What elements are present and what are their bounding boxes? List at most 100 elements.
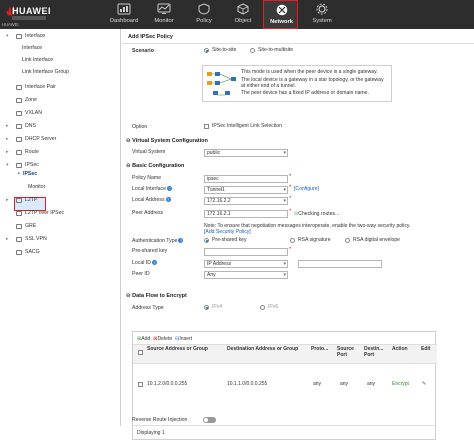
local-address-select[interactable]: 172.16.2.2 bbox=[204, 197, 288, 205]
main-panel: Add IPSec Policy Scenario Site-to-site S… bbox=[122, 29, 474, 440]
policy-name-input[interactable]: ipsec bbox=[204, 175, 288, 183]
vsys-select[interactable]: public bbox=[204, 149, 288, 157]
interface-icon bbox=[16, 34, 22, 39]
add-security-policy-link[interactable]: [Add Security Policy] bbox=[204, 229, 251, 235]
help-icon[interactable]: ? bbox=[152, 260, 158, 266]
interface-pair-icon bbox=[16, 85, 22, 90]
radio-label: IPv6 bbox=[268, 304, 279, 310]
peer-address-label: Peer Address bbox=[132, 210, 164, 216]
dataflow-table: ⊞Add ⊠Delete ⊟Insert Source Address or G… bbox=[132, 331, 437, 440]
chevron-right-icon[interactable]: ▸ bbox=[6, 134, 9, 145]
local-interface-label: Local Interface? bbox=[132, 186, 173, 192]
scenario-diagram: This mode is used when the peer device i… bbox=[202, 65, 392, 102]
cell-destination: 10.1.1.0/0.0.0.255 bbox=[227, 381, 268, 387]
local-id-select[interactable]: IP Address bbox=[204, 260, 288, 268]
cell-dest-port: any bbox=[367, 381, 376, 387]
topology-diagram-icon bbox=[207, 72, 236, 96]
col-destination: Destination Address or Group bbox=[227, 346, 299, 352]
l2tp-over-ipsec-icon bbox=[16, 211, 22, 216]
required-marker: * bbox=[289, 196, 292, 202]
peer-address-input[interactable]: 172.16.2.1 bbox=[204, 210, 288, 218]
radio-label: RSA signature bbox=[298, 237, 331, 243]
nav-label: Object bbox=[234, 18, 252, 24]
radio-ipv6[interactable] bbox=[260, 305, 265, 310]
peer-id-select[interactable]: Any bbox=[204, 271, 288, 279]
brand-name: HUAWEI bbox=[12, 6, 51, 16]
chevron-down-icon[interactable]: ▾ bbox=[6, 31, 9, 42]
radio-pre-shared-key[interactable] bbox=[204, 238, 209, 243]
ipsec-icon bbox=[16, 163, 22, 168]
nav-network[interactable]: Network bbox=[263, 0, 298, 29]
intelligent-link-checkbox[interactable] bbox=[204, 124, 209, 129]
col-protocol: Proto... bbox=[311, 346, 329, 352]
top-bar: HUAWEI HUAWEI Dashboard Monitor Policy O… bbox=[0, 0, 474, 29]
cell-protocol: any bbox=[313, 381, 322, 387]
object-icon bbox=[237, 3, 249, 15]
nav-label: Dashboard bbox=[109, 18, 139, 24]
ssl-vpn-icon bbox=[16, 237, 22, 242]
help-icon[interactable]: ? bbox=[178, 238, 184, 244]
cell-action: Encrypt bbox=[392, 381, 409, 387]
zone-icon bbox=[16, 98, 22, 103]
local-interface-select[interactable]: Tunnel1 bbox=[204, 186, 288, 194]
delete-button[interactable]: ⊠Delete bbox=[153, 336, 172, 342]
required-marker: * bbox=[289, 174, 292, 180]
radio-label: Site-to-multisite bbox=[258, 47, 294, 53]
brand-subtitle-bar bbox=[12, 16, 46, 20]
sidebar: ▾ Interface Interface Link Interface Link… bbox=[0, 29, 121, 426]
nav-object[interactable]: Object bbox=[223, 0, 263, 29]
nav-label: Policy bbox=[196, 18, 212, 24]
configure-link[interactable]: [Configure] bbox=[294, 186, 319, 192]
select-all-checkbox[interactable] bbox=[138, 350, 143, 355]
nav-label: Monitor bbox=[154, 18, 174, 24]
table-toolbar: ⊞Add ⊠Delete ⊟Insert bbox=[137, 336, 192, 342]
chevron-right-icon[interactable]: ▸ bbox=[6, 121, 9, 132]
nav-policy[interactable]: Policy bbox=[184, 0, 224, 29]
checkbox-label: IPSec Intelligent Link Selection bbox=[212, 123, 282, 129]
nav-system[interactable]: System bbox=[302, 0, 342, 29]
vsys-label: Virtual System bbox=[132, 149, 166, 155]
col-edit: Edit bbox=[421, 346, 431, 352]
radio-rsa-signature[interactable] bbox=[290, 238, 295, 243]
chevron-down-icon[interactable]: ▾ bbox=[6, 160, 9, 171]
radio-site-to-multisite[interactable] bbox=[250, 48, 255, 53]
option-label: Option bbox=[132, 124, 148, 130]
nav-monitor[interactable]: Monitor bbox=[144, 0, 184, 29]
nav-label: System bbox=[312, 18, 332, 24]
table-footer: Displaying 1 bbox=[137, 430, 165, 436]
insert-button[interactable]: ⊟Insert bbox=[175, 336, 192, 342]
radio-label: Pre-shared key bbox=[212, 237, 247, 243]
nav-dashboard[interactable]: Dashboard bbox=[104, 0, 144, 29]
radio-site-to-site[interactable] bbox=[204, 48, 209, 53]
psk-label: Pre-shared key bbox=[132, 248, 168, 254]
local-id-value-input[interactable] bbox=[298, 260, 382, 268]
scenario-desc-3: The peer device has a fixed IP address o… bbox=[241, 90, 369, 96]
help-icon[interactable]: ? bbox=[167, 186, 173, 192]
title-divider bbox=[122, 43, 474, 44]
radio-rsa-digital-envelope[interactable] bbox=[345, 238, 350, 243]
vxlan-icon bbox=[16, 111, 22, 116]
cell-source-port: any bbox=[340, 381, 349, 387]
radio-ipv4[interactable] bbox=[204, 305, 209, 310]
scenario-label: Scenario bbox=[132, 48, 154, 54]
local-address-label: Local Address? bbox=[132, 197, 171, 203]
local-id-label: Local ID? bbox=[132, 260, 158, 266]
help-icon[interactable]: ? bbox=[165, 197, 171, 203]
chevron-right-icon[interactable]: ▸ bbox=[6, 234, 9, 245]
cell-source: 10.1.2.0/0.0.0.255 bbox=[147, 381, 188, 387]
dhcp-icon bbox=[16, 137, 22, 142]
policy-name-label: Policy Name bbox=[132, 175, 162, 181]
auth-type-label: Authentication Type? bbox=[132, 238, 184, 244]
chevron-right-icon[interactable]: ▸ bbox=[6, 195, 9, 206]
basic-section-title: ⊖ Basic Configuration bbox=[126, 163, 185, 169]
edit-icon[interactable]: ✎ bbox=[422, 381, 426, 387]
col-action: Action bbox=[392, 346, 408, 352]
col-source-port: Source Port bbox=[337, 346, 354, 358]
chevron-right-icon[interactable]: ▸ bbox=[6, 147, 9, 158]
row-checkbox[interactable] bbox=[138, 382, 143, 387]
reverse-route-toggle[interactable] bbox=[203, 417, 216, 423]
scenario-desc-1: This mode is used when the peer device i… bbox=[241, 69, 378, 75]
psk-input[interactable] bbox=[204, 248, 288, 256]
dns-icon bbox=[16, 124, 22, 129]
add-button[interactable]: ⊞Add bbox=[137, 336, 150, 342]
